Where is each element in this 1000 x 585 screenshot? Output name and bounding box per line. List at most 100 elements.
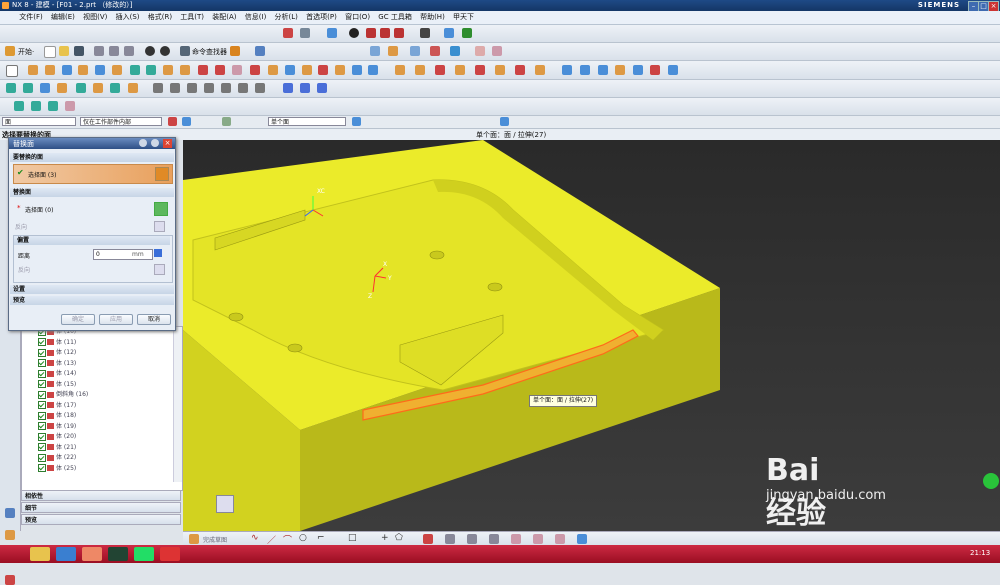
cut-icon[interactable] (94, 46, 104, 56)
edit-4-icon[interactable] (204, 83, 214, 93)
measure-icon[interactable] (475, 46, 485, 56)
sew-icon[interactable] (335, 65, 345, 75)
profile-icon[interactable]: ∿ (251, 533, 259, 543)
face-rule-select[interactable]: 单个面 (268, 117, 346, 126)
render-icon[interactable] (300, 28, 310, 38)
rectangle-icon[interactable]: □ (348, 533, 357, 543)
open-folder-icon[interactable] (59, 46, 69, 56)
menu-tools[interactable]: 工具(T) (177, 11, 207, 24)
roles-icon[interactable] (5, 575, 15, 585)
component-icon[interactable] (388, 46, 398, 56)
finish-sketch-icon[interactable] (189, 534, 199, 544)
checkbox-icon[interactable] (38, 359, 46, 367)
sync-4-icon[interactable] (455, 65, 465, 75)
unite-icon[interactable] (146, 65, 156, 75)
hole-icon[interactable] (95, 65, 105, 75)
ruler-icon[interactable] (492, 46, 502, 56)
curve-4-icon[interactable] (615, 65, 625, 75)
edit-2-icon[interactable] (170, 83, 180, 93)
redo-icon[interactable] (160, 46, 170, 56)
wechat-taskbar-icon[interactable] (134, 547, 154, 561)
filter-reset-icon[interactable] (168, 117, 177, 126)
float-badge-icon[interactable] (983, 473, 999, 489)
command-finder-button[interactable]: 命令查找器 (192, 47, 227, 57)
tree-row[interactable]: 体 (17) (38, 401, 76, 411)
checkbox-icon[interactable] (38, 369, 46, 378)
tree-row[interactable]: 体 (15) (38, 380, 76, 390)
analysis-1-icon[interactable] (283, 83, 293, 93)
distance-input[interactable]: 0 mm (93, 249, 153, 260)
curve-2-icon[interactable] (580, 65, 590, 75)
curve-1-icon[interactable] (562, 65, 572, 75)
distance-menu-icon[interactable] (154, 249, 162, 257)
corner-icon[interactable] (467, 534, 477, 544)
sync-3-icon[interactable] (435, 65, 445, 75)
menu-insert[interactable]: 插入(S) (113, 11, 143, 24)
tree-row[interactable]: 体 (12) (38, 348, 76, 358)
start-button[interactable]: 开始· (18, 47, 34, 57)
delete-face-icon[interactable] (368, 65, 378, 75)
menu-preferences[interactable]: 首选项(P) (303, 11, 340, 24)
analysis-2-icon[interactable] (300, 83, 310, 93)
edit-3-icon[interactable] (187, 83, 197, 93)
binoculars-icon[interactable] (180, 46, 190, 56)
tree-row[interactable]: 体 (22) (38, 453, 76, 463)
nx-taskbar-icon[interactable] (108, 547, 128, 561)
navigator-scrollbar[interactable] (173, 327, 182, 482)
select-mode-icon[interactable] (182, 117, 191, 126)
dependency-panel[interactable]: 相依性 (21, 490, 181, 501)
checkbox-icon[interactable] (38, 348, 46, 357)
preview-header[interactable]: 预览 (10, 296, 174, 305)
menu-edit[interactable]: 编辑(E) (48, 11, 78, 24)
face-select-icon[interactable] (155, 167, 169, 181)
datum-icon[interactable] (285, 65, 295, 75)
tree-row[interactable]: 体 (13) (38, 359, 76, 369)
surface-2-icon[interactable] (23, 83, 33, 93)
details-panel[interactable]: 细节 (21, 502, 181, 513)
offset-reverse-icon[interactable] (154, 264, 165, 275)
checkbox-icon[interactable] (38, 464, 46, 472)
tree-row[interactable]: 体 (19) (38, 422, 76, 432)
copy-icon[interactable] (109, 46, 119, 56)
replacement-face-icon[interactable] (154, 202, 168, 216)
save-icon[interactable] (74, 46, 84, 56)
menu-assembly[interactable]: 装配(A) (209, 11, 239, 24)
tree-row[interactable]: 体 (21) (38, 443, 76, 453)
checkbox-icon[interactable] (38, 443, 46, 451)
reset-icon[interactable] (139, 139, 147, 147)
display-red-icon[interactable] (366, 28, 376, 38)
sync-1-icon[interactable] (395, 65, 405, 75)
blend-icon[interactable] (163, 65, 173, 75)
analysis-3-icon[interactable] (317, 83, 327, 93)
auto-constrain-icon[interactable] (533, 534, 543, 544)
finish-sketch-label[interactable]: 完成草图 (203, 535, 227, 544)
draft-icon[interactable] (215, 65, 225, 75)
shell-icon[interactable] (198, 65, 208, 75)
thicken-icon[interactable] (318, 65, 328, 75)
cylinder-icon[interactable] (78, 65, 88, 75)
display-red-3-icon[interactable] (394, 28, 404, 38)
sweep-icon[interactable] (302, 65, 312, 75)
tree-row[interactable]: 体 (20) (38, 432, 76, 442)
edit-7-icon[interactable] (255, 83, 265, 93)
section-replacement-face-header[interactable]: 替换面 (10, 188, 174, 197)
cube-view-icon[interactable] (327, 28, 337, 38)
tree-row[interactable]: 倒斜角 (16) (38, 390, 88, 400)
fillet-icon[interactable]: ⌐ (317, 533, 325, 543)
snap-end-icon[interactable] (500, 117, 509, 126)
curve-6-icon[interactable] (650, 65, 660, 75)
checkbox-icon[interactable] (38, 338, 46, 346)
chamfer-icon[interactable] (180, 65, 190, 75)
boss-icon[interactable] (112, 65, 122, 75)
revolve-icon[interactable] (45, 65, 55, 75)
extrude-icon[interactable] (28, 65, 38, 75)
scope-select[interactable]: 仅在工作部件内部 (80, 117, 162, 126)
checkbox-icon[interactable] (38, 401, 46, 409)
preview-panel[interactable]: 预览 (21, 514, 181, 525)
surface-1-icon[interactable] (6, 83, 16, 93)
select-all-icon[interactable] (222, 117, 231, 126)
dialog-close-button[interactable]: × (163, 139, 172, 148)
pattern-icon[interactable] (232, 65, 242, 75)
extend-curve-icon[interactable] (445, 534, 455, 544)
surface-6-icon[interactable] (93, 83, 103, 93)
